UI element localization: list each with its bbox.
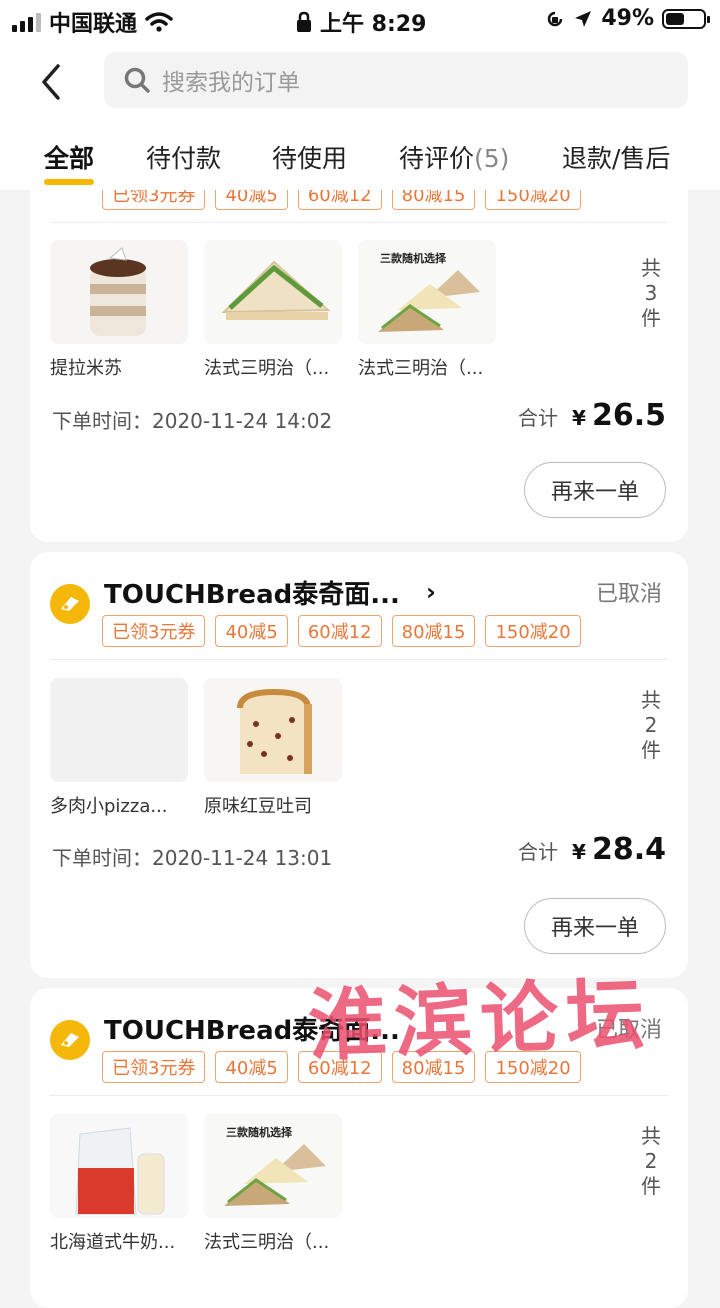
item-name: 多肉小pizza... [50, 796, 168, 817]
order-item[interactable]: 三款随机选择 法式三明治（... [204, 1114, 342, 1254]
item-list[interactable]: 多肉小pizza... 原味红豆吐司 [50, 678, 342, 818]
tab-all[interactable]: 全部 [44, 139, 94, 175]
coupon-tag: 40减5 [215, 615, 288, 647]
shop-name[interactable]: TOUCHBread泰奇面... [104, 1010, 400, 1047]
item-name: 法式三明治（... [358, 358, 484, 379]
clock-time: 上午 8:29 [320, 12, 427, 37]
lock-icon [297, 11, 311, 32]
item-name: 提拉米苏 [50, 358, 122, 379]
order-item[interactable]: 原味红豆吐司 [204, 678, 342, 818]
chevron-right-icon[interactable]: › [426, 578, 436, 606]
coupon-tag: 150减20 [485, 615, 581, 647]
divider [50, 1095, 668, 1096]
wifi-icon [145, 12, 173, 32]
image-caption: 三款随机选择 [226, 1126, 292, 1139]
review-count: (5) [474, 144, 510, 173]
search-icon [124, 67, 150, 93]
tab-pending-review[interactable]: 待评价(5) [399, 139, 509, 175]
item-list[interactable]: 北海道式牛奶... 三款随机选择 法式三明治（... [50, 1114, 342, 1254]
order-item[interactable]: 北海道式牛奶... [50, 1114, 188, 1254]
item-count: 共2件 [641, 688, 661, 762]
coupon-tag: 80减15 [391, 1051, 476, 1083]
coupon-tag: 已领3元券 [102, 615, 206, 647]
item-name: 原味红豆吐司 [204, 796, 312, 817]
reorder-button[interactable]: 再来一单 [524, 462, 666, 518]
order-time: 下单时间：2020-11-24 14:02 [52, 409, 333, 433]
coupon-list: 已领3元券 40减5 60减12 80减15 150减20 [102, 615, 581, 647]
order-status: 已取消 [595, 1018, 662, 1043]
item-name: 北海道式牛奶... [50, 1232, 176, 1253]
shop-logo-icon [50, 584, 90, 624]
tiramisu-image [50, 240, 188, 344]
order-tabs: 全部 待付款 待使用 待评价(5) 退款/售后 [0, 135, 720, 190]
order-total: 合计 ¥ 28.4 [518, 832, 666, 867]
sandwich-assorted-image: 三款随机选择 [204, 1114, 342, 1218]
battery-percent: 49% [601, 6, 654, 31]
item-name: 法式三明治（... [204, 358, 330, 379]
coupon-tag: 40减5 [215, 1051, 288, 1083]
battery-level [666, 12, 684, 25]
image-caption: 三款随机选择 [380, 252, 446, 265]
order-item[interactable]: 多肉小pizza... [50, 678, 188, 818]
tab-pending-payment[interactable]: 待付款 [146, 139, 221, 175]
reorder-button[interactable]: 再来一单 [524, 898, 666, 954]
coupon-tag: 80减15 [391, 615, 476, 647]
milk-bread-image [50, 1114, 188, 1218]
shop-logo-icon [50, 1020, 90, 1060]
rotation-lock-icon [548, 11, 563, 26]
chevron-left-icon [42, 64, 60, 100]
divider [50, 659, 668, 660]
coupon-tag: 60减12 [297, 1051, 382, 1083]
coupon-list: 已领3元券 40减5 60减12 80减15 150减20 [102, 1051, 581, 1083]
location-arrow-icon [575, 10, 592, 27]
status-bar: 中国联通 上午 8:29 49% [0, 0, 720, 40]
item-name: 法式三明治（... [204, 1232, 330, 1253]
order-item[interactable]: 三款随机选择 法式三明治（... [358, 240, 496, 380]
total-amount: 28.4 [591, 832, 666, 867]
total-label: 合计 [518, 406, 559, 430]
back-button[interactable] [34, 62, 74, 102]
currency-symbol: ¥ [572, 406, 586, 430]
battery-icon [662, 8, 710, 29]
header: 搜索我的订单 全部 待付款 待使用 待评价(5) 退款/售后 [0, 40, 720, 190]
order-status: 已取消 [595, 582, 662, 607]
total-label: 合计 [518, 840, 559, 864]
sandwich-image [204, 240, 342, 344]
order-card[interactable]: TOUCHBread泰奇面... 已取消 已领3元券 40减5 60减12 80… [30, 988, 688, 1308]
shop-name[interactable]: TOUCHBread泰奇面... [104, 574, 400, 611]
toast-image [204, 678, 342, 782]
item-list[interactable]: 提拉米苏 法式三明治（... 三款随机选择 法式三明治（... [50, 240, 496, 380]
order-time: 下单时间：2020-11-24 13:01 [52, 846, 333, 870]
sandwich-assorted-image: 三款随机选择 [358, 240, 496, 344]
tab-pending-use[interactable]: 待使用 [272, 139, 347, 175]
order-total: 合计 ¥ 26.5 [518, 398, 666, 433]
divider [50, 222, 668, 223]
currency-symbol: ¥ [572, 840, 586, 864]
search-placeholder: 搜索我的订单 [162, 70, 300, 96]
order-item[interactable]: 法式三明治（... [204, 240, 342, 380]
signal-icon [12, 12, 41, 32]
coupon-tag: 150减20 [485, 1051, 581, 1083]
tab-refund[interactable]: 退款/售后 [562, 139, 670, 175]
placeholder-image [50, 678, 188, 782]
item-count: 共3件 [641, 256, 661, 330]
item-count: 共2件 [641, 1124, 661, 1198]
order-card[interactable]: TOUCHBread泰奇面... › 已取消 已领3元券 40减5 60减12 … [30, 552, 688, 978]
coupon-tag: 60减12 [297, 615, 382, 647]
search-input[interactable]: 搜索我的订单 [104, 52, 688, 108]
total-amount: 26.5 [591, 398, 666, 433]
active-tab-indicator [44, 179, 94, 185]
coupon-tag: 已领3元券 [102, 1051, 206, 1083]
carrier-name: 中国联通 [49, 12, 138, 37]
order-item[interactable]: 提拉米苏 [50, 240, 188, 380]
